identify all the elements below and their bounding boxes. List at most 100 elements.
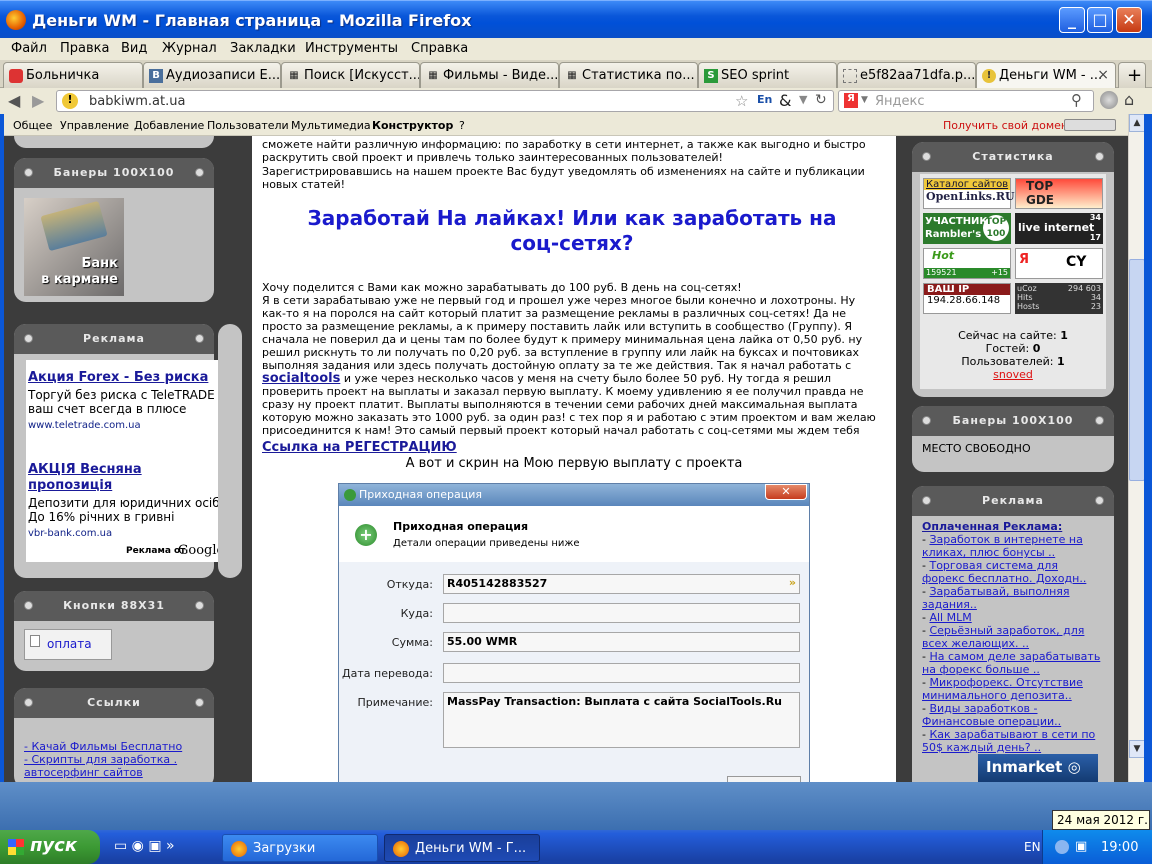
dialog-titlebar: Приходная операция ✕ — [339, 484, 809, 506]
counter-topgde[interactable]: TOP GDE — [1015, 178, 1103, 209]
task-downloads[interactable]: Загрузки — [222, 834, 378, 862]
counter-openlinks[interactable]: Каталог сайтов OpenLinks.RU — [923, 178, 1015, 209]
ad2-url[interactable]: vbr-bank.com.ua — [28, 528, 112, 539]
tab-2[interactable]: В Аудиозаписи Е... — [143, 62, 281, 88]
star-icon[interactable]: ☆ — [735, 92, 748, 110]
paid-ad-link[interactable]: На самом деле зарабатывать на форекс бол… — [922, 650, 1100, 676]
menu-help[interactable]: Справка — [411, 41, 468, 56]
tab-1[interactable]: Больничка — [3, 62, 143, 88]
menu-history[interactable]: Журнал — [162, 41, 217, 56]
paid-ad-link[interactable]: Заработок в интернете на кликах, плюс бо… — [922, 533, 1083, 559]
counter-text: TOP — [1026, 179, 1054, 193]
reload-icon[interactable]: ↻ — [815, 92, 827, 108]
socialtools-link[interactable]: socialtools — [262, 371, 340, 386]
start-label: пуск — [30, 835, 78, 856]
panel-add[interactable]: Добавление — [134, 119, 204, 132]
box-title: Реклама — [982, 494, 1044, 507]
maximize-button[interactable]: □ — [1087, 7, 1113, 33]
article-p3: и уже через несколько часов у меня на сч… — [262, 372, 876, 437]
scroll-up-icon[interactable]: ▲ — [1129, 114, 1145, 132]
menu-bar: Файл Правка Вид Журнал Закладки Инструме… — [0, 38, 1152, 60]
tab-8-active[interactable]: ! Деньги WM - ... × — [976, 62, 1116, 89]
window-titlebar[interactable]: Деньги WM - Главная страница - Mozilla F… — [0, 0, 1152, 38]
paid-ad-link[interactable]: Микрофорекс. Отсутствие минимального деп… — [922, 676, 1083, 702]
paid-ad-link[interactable]: Серьёзный заработок, для всех желающих. … — [922, 624, 1084, 650]
paid-ad-link[interactable]: Виды заработков - Финансовые операции.. — [922, 702, 1061, 728]
ad1-url[interactable]: www.teletrade.com.ua — [28, 420, 141, 431]
tray-expand-icon[interactable] — [1055, 840, 1069, 854]
bank-banner[interactable]: Банк в кармане — [24, 198, 124, 296]
page-scrollbar[interactable]: ▲ ▼ — [1128, 114, 1145, 782]
url-bar[interactable]: ! babkiwm.at.ua ☆ En & ▼ ↻ — [56, 90, 834, 112]
site-identity-icon[interactable]: ! — [62, 93, 78, 109]
panel-slider[interactable] — [1064, 119, 1116, 131]
ip-label: ВАШ IP — [924, 284, 1010, 295]
menu-edit[interactable]: Правка — [60, 41, 109, 56]
ip-counter: ВАШ IP 194.28.66.148 — [923, 283, 1011, 314]
online-user-link[interactable]: snoved — [920, 368, 1106, 381]
tab-6[interactable]: S SEO sprint — [698, 62, 837, 88]
search-bar[interactable]: Я ▼ Яндекс ⚲ — [838, 90, 1094, 112]
language-indicator[interactable]: EN — [1024, 840, 1041, 854]
menu-view[interactable]: Вид — [121, 41, 147, 56]
forward-arrow-icon[interactable]: ▶ — [32, 91, 44, 110]
tab-4[interactable]: ▦ Фильмы - Виде... — [420, 62, 559, 88]
close-button[interactable]: ✕ — [1116, 7, 1142, 33]
ampersand-icon[interactable]: & — [779, 91, 791, 110]
tab-5[interactable]: ▦ Статистика по... — [559, 62, 698, 88]
panel-general[interactable]: Общее — [13, 119, 52, 132]
panel-manage[interactable]: Управление — [60, 119, 129, 132]
search-icon[interactable]: ⚲ — [1071, 91, 1082, 109]
paid-ad-link[interactable]: All MLM — [929, 611, 971, 624]
counter-ucoz[interactable]: uCoz 294 603 Hits 34 Hosts 23 — [1015, 283, 1103, 314]
scroll-thumb[interactable] — [1129, 259, 1145, 481]
counter-text: 34 — [1089, 213, 1101, 222]
counter-hotlog[interactable]: Hot 159521 +15 — [923, 248, 1011, 279]
menu-tools[interactable]: Инструменты — [305, 41, 398, 56]
link-item[interactable]: автосерфинг сайтов — [24, 766, 182, 779]
home-icon[interactable]: ⌂ — [1124, 90, 1134, 109]
link-item[interactable]: - Скрипты для заработка . — [24, 753, 182, 766]
dropdown-arrow-icon[interactable]: ▼ — [799, 93, 807, 106]
link-item[interactable]: - Качай Фильмы Бесплатно — [24, 740, 182, 753]
search-engine-dropdown-icon[interactable]: ▼ — [861, 95, 868, 105]
paid-ad-link[interactable]: Зарабатывай, выполняя задания.. — [922, 585, 1070, 611]
menu-bookmarks[interactable]: Закладки — [230, 41, 296, 56]
panel-help[interactable]: ? — [459, 119, 465, 132]
paid-ad-link[interactable]: Торговая система для форекс бесплатно. Д… — [922, 559, 1086, 585]
search-placeholder: Яндекс — [875, 94, 925, 109]
panel-multimedia[interactable]: Мультимедиа — [291, 119, 371, 132]
paid-ad-link[interactable]: Как зарабатывают в сети по 50$ каждый де… — [922, 728, 1095, 754]
yandex-icon[interactable]: Я — [844, 93, 858, 108]
blank-page-icon — [843, 69, 857, 83]
translate-icon[interactable]: En — [757, 93, 772, 106]
tab-close-icon[interactable]: × — [1097, 67, 1109, 83]
start-button[interactable]: пуск — [0, 830, 100, 864]
payment-button[interactable]: оплата — [24, 629, 112, 660]
ad2-title[interactable]: АКЦІЯ Весняна пропозиція — [28, 462, 208, 494]
task-firefox-active[interactable]: Деньги WM - Г... — [384, 834, 540, 862]
menu-file[interactable]: Файл — [11, 41, 47, 56]
globe-icon[interactable] — [1100, 91, 1118, 109]
scroll-down-icon[interactable]: ▼ — [1129, 740, 1145, 758]
registration-link[interactable]: Ссылка на РЕГЕСТРАЦИЮ — [262, 440, 457, 455]
counter-rambler[interactable]: УЧАСТНИК Rambler's TOP 100 — [923, 213, 1011, 244]
counter-text: Hosts — [1017, 302, 1040, 311]
network-icon[interactable]: ▣ — [1075, 839, 1087, 854]
tab-7[interactable]: e5f82aa71dfa.p... — [837, 62, 976, 88]
box-title: Банеры 100X100 — [952, 414, 1074, 427]
back-arrow-icon[interactable]: ◀ — [8, 91, 20, 110]
clock[interactable]: 19:00 — [1101, 840, 1138, 855]
inmarket-banner[interactable]: Inmarket ◎ — [978, 754, 1098, 782]
counter-text: 159521 — [926, 268, 957, 277]
panel-users[interactable]: Пользователи — [207, 119, 289, 132]
paid-ad-item: - Заработок в интернете на кликах, плюс … — [922, 533, 1102, 559]
new-tab-button[interactable]: + — [1118, 62, 1146, 88]
tab-3[interactable]: ▦ Поиск [Искусст... — [281, 62, 420, 88]
panel-constructor[interactable]: Конструктор — [372, 119, 453, 132]
counter-yandex-cy[interactable]: Я CY — [1015, 248, 1103, 279]
quicklaunch-icons[interactable]: ▭ ◉ ▣ » — [114, 838, 175, 854]
counter-liveinternet[interactable]: live internet 34 17 — [1015, 213, 1103, 244]
get-domain-link[interactable]: Получить свой домен — [943, 119, 1068, 132]
minimize-button[interactable]: _ — [1059, 7, 1085, 33]
